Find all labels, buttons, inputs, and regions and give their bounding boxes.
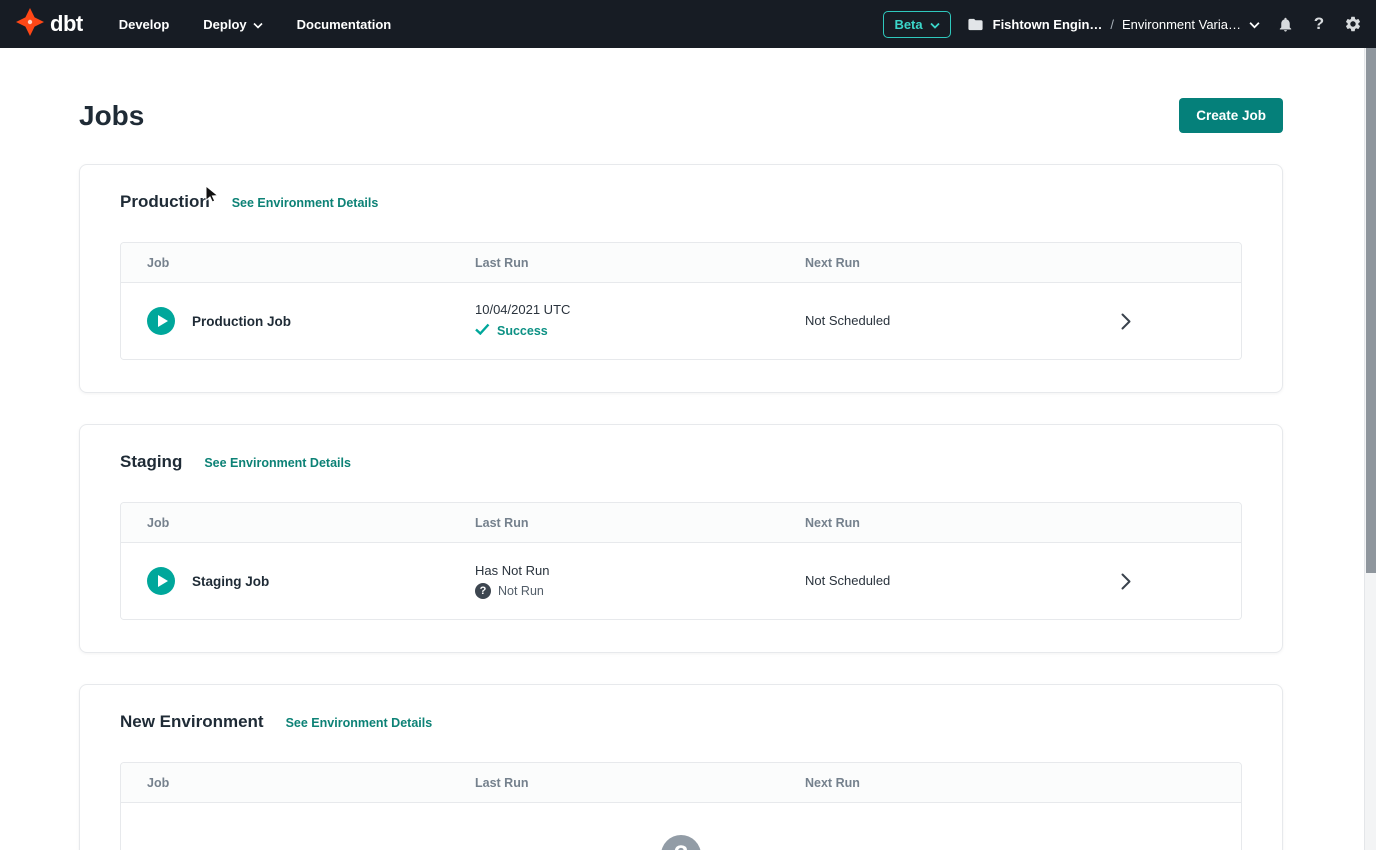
chevron-down-icon[interactable] <box>1249 17 1260 32</box>
column-header-next-run: Next Run <box>805 516 1217 530</box>
create-job-button[interactable]: Create Job <box>1179 98 1283 133</box>
gear-icon[interactable] <box>1344 15 1362 33</box>
job-row-staging-job[interactable]: Staging Job Has Not Run ? Not Run Not Sc… <box>121 543 1241 619</box>
empty-jobs-state: ? <box>121 803 1241 850</box>
page-title: Jobs <box>79 100 144 132</box>
next-run-value: Not Scheduled <box>805 573 890 588</box>
nav-links: Develop Deploy Documentation <box>119 17 392 32</box>
status-badge: Success <box>497 324 548 338</box>
dbt-logo[interactable]: dbt <box>16 8 83 41</box>
column-header-last-run: Last Run <box>475 776 805 790</box>
breadcrumb-separator: / <box>1110 17 1114 32</box>
job-row-production-job[interactable]: Production Job 10/04/2021 UTC Success No… <box>121 283 1241 359</box>
vertical-scrollbar[interactable] <box>1364 48 1376 850</box>
column-header-job: Job <box>147 516 475 530</box>
nav-item-develop-label: Develop <box>119 17 170 32</box>
run-job-button[interactable] <box>147 307 175 335</box>
main-content: Jobs Create Job Production See Environme… <box>0 48 1376 850</box>
chevron-right-icon[interactable] <box>1121 313 1137 330</box>
top-navbar: dbt Develop Deploy Documentation Beta <box>0 0 1376 48</box>
column-header-job: Job <box>147 256 475 270</box>
nav-item-develop[interactable]: Develop <box>119 17 170 32</box>
jobs-table-header: Job Last Run Next Run <box>121 763 1241 803</box>
folder-icon <box>967 15 985 33</box>
environment-name: Production <box>120 192 210 212</box>
jobs-table: Job Last Run Next Run Production Job 10/… <box>120 242 1242 360</box>
nav-item-documentation[interactable]: Documentation <box>297 17 392 32</box>
play-icon <box>158 315 168 327</box>
navbar-right: Beta Fishtown Engin… / Environment Varia… <box>883 11 1362 38</box>
breadcrumb[interactable]: Fishtown Engin… / Environment Varia… <box>967 15 1260 33</box>
last-run-date: 10/04/2021 UTC <box>475 302 805 317</box>
status-badge: Not Run <box>498 584 544 598</box>
column-header-next-run: Next Run <box>805 256 1217 270</box>
bell-icon[interactable] <box>1276 15 1294 33</box>
jobs-table: Job Last Run Next Run ? <box>120 762 1242 850</box>
environment-name: Staging <box>120 452 182 472</box>
see-environment-details-link[interactable]: See Environment Details <box>232 196 379 210</box>
nav-item-deploy-label: Deploy <box>203 17 246 32</box>
play-icon <box>158 575 168 587</box>
job-name: Production Job <box>192 314 291 329</box>
environment-card-new-environment: New Environment See Environment Details … <box>79 684 1283 850</box>
last-run-date: Has Not Run <box>475 563 805 578</box>
breadcrumb-current[interactable]: Environment Varia… <box>1122 17 1241 32</box>
breadcrumb-project[interactable]: Fishtown Engin… <box>993 17 1103 32</box>
column-header-next-run: Next Run <box>805 776 1217 790</box>
next-run-value: Not Scheduled <box>805 313 890 328</box>
jobs-table-header: Job Last Run Next Run <box>121 243 1241 283</box>
beta-badge-label: Beta <box>894 17 922 32</box>
jobs-table-header: Job Last Run Next Run <box>121 503 1241 543</box>
column-header-last-run: Last Run <box>475 516 805 530</box>
nav-item-deploy[interactable]: Deploy <box>203 17 262 32</box>
empty-state-question-icon: ? <box>661 835 701 850</box>
column-header-last-run: Last Run <box>475 256 805 270</box>
help-icon[interactable]: ? <box>1310 15 1328 33</box>
not-run-question-icon: ? <box>475 583 491 599</box>
dbt-logo-text: dbt <box>50 11 83 37</box>
chevron-down-icon <box>253 17 263 32</box>
beta-badge[interactable]: Beta <box>883 11 950 38</box>
see-environment-details-link[interactable]: See Environment Details <box>204 456 351 470</box>
scrollbar-thumb[interactable] <box>1366 48 1376 573</box>
environment-card-staging: Staging See Environment Details Job Last… <box>79 424 1283 653</box>
jobs-table: Job Last Run Next Run Staging Job Has No… <box>120 502 1242 620</box>
column-header-job: Job <box>147 776 475 790</box>
job-name: Staging Job <box>192 574 269 589</box>
chevron-down-icon <box>930 17 940 32</box>
nav-item-documentation-label: Documentation <box>297 17 392 32</box>
environment-name: New Environment <box>120 712 264 732</box>
dbt-logo-icon <box>16 8 44 41</box>
chevron-right-icon[interactable] <box>1121 573 1137 590</box>
run-job-button[interactable] <box>147 567 175 595</box>
see-environment-details-link[interactable]: See Environment Details <box>286 716 433 730</box>
environment-card-production: Production See Environment Details Job L… <box>79 164 1283 393</box>
success-check-icon <box>475 322 490 340</box>
